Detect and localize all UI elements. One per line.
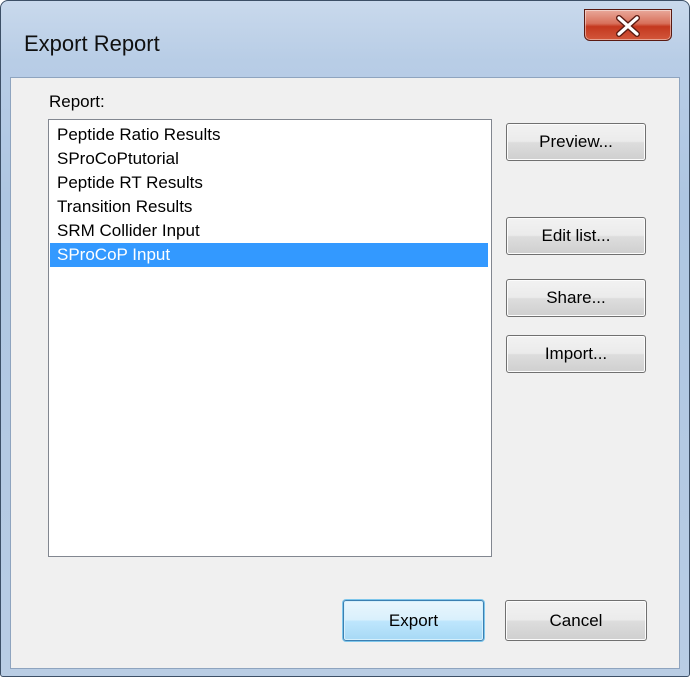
- export-report-window: Export Report Report: Peptide Ratio Resu…: [0, 0, 690, 677]
- title-bar[interactable]: Export Report: [1, 1, 689, 85]
- export-button[interactable]: Export: [343, 600, 484, 641]
- report-label: Report:: [49, 92, 105, 111]
- list-item[interactable]: Peptide RT Results: [50, 171, 488, 195]
- import-button[interactable]: Import...: [506, 335, 646, 373]
- list-item[interactable]: Peptide Ratio Results: [50, 123, 488, 147]
- preview-button[interactable]: Preview...: [506, 123, 646, 161]
- list-item[interactable]: SRM Collider Input: [50, 219, 488, 243]
- list-item[interactable]: Transition Results: [50, 195, 488, 219]
- list-item[interactable]: SProCoPtutorial: [50, 147, 488, 171]
- close-button[interactable]: [584, 9, 672, 41]
- cancel-button[interactable]: Cancel: [505, 600, 647, 641]
- dialog-client-area: Report: Peptide Ratio Results SProCoPtut…: [10, 77, 680, 669]
- edit-list-button[interactable]: Edit list...: [506, 217, 646, 255]
- share-button[interactable]: Share...: [506, 279, 646, 317]
- report-listbox[interactable]: Peptide Ratio Results SProCoPtutorial Pe…: [48, 119, 492, 557]
- close-icon: [616, 15, 640, 37]
- window-title: Export Report: [24, 31, 160, 56]
- list-item-selected[interactable]: SProCoP Input: [50, 243, 488, 267]
